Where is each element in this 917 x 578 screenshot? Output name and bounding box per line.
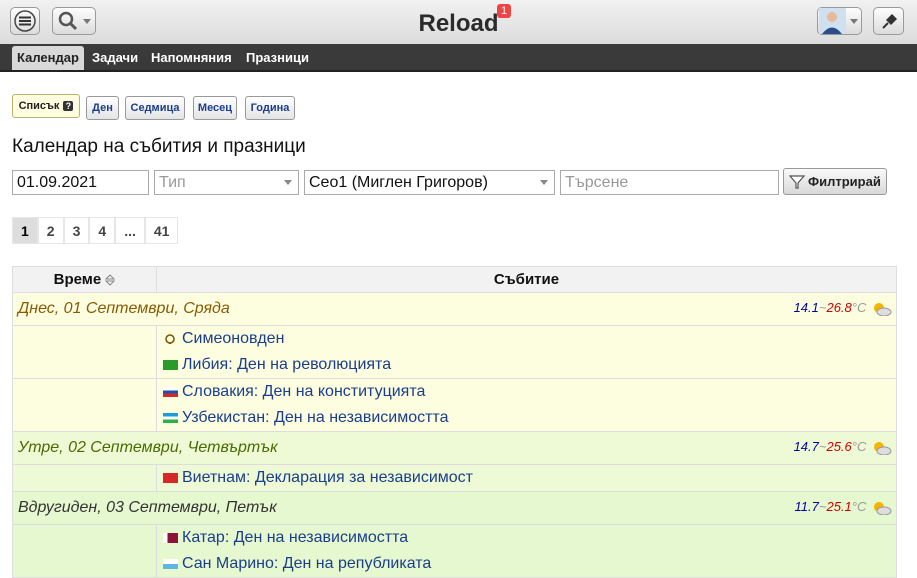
- temp-high: 26.8: [826, 300, 852, 315]
- day-header-today: Днес, 01 Септември, Сряда 14.1~26.8°C: [12, 292, 897, 326]
- page-4[interactable]: 4: [89, 217, 116, 244]
- notification-badge[interactable]: 1: [497, 4, 512, 18]
- weather-forecast: 14.7~25.6°C: [793, 439, 892, 456]
- event-title: Сан Марино: Ден на републиката: [182, 555, 432, 572]
- temp-low: 14.1: [793, 300, 819, 315]
- time-column-header[interactable]: Време: [12, 266, 157, 293]
- day-header-day-after: Вдругиден, 03 Септември, Петък 11.7~25.1…: [12, 491, 897, 525]
- day-label: Утре, 02 Септември, Четвъртък: [18, 439, 278, 456]
- temp-unit: °C: [851, 499, 867, 514]
- flag-san-marino-icon: [163, 559, 178, 569]
- top-bar: Reload 1: [0, 0, 917, 45]
- page-last[interactable]: 41: [144, 217, 179, 244]
- avatar: [819, 8, 858, 34]
- temp-unit: °C: [851, 300, 867, 315]
- funnel-icon: [789, 175, 805, 189]
- event-title: Узбекистан: Ден на независимостта: [182, 409, 449, 426]
- event-item[interactable]: Сан Марино: Ден на републиката: [163, 551, 896, 577]
- search-input[interactable]: Търсене: [560, 170, 779, 195]
- time-cell: [12, 325, 157, 379]
- sort-icon: [105, 274, 116, 286]
- time-cell: [12, 378, 157, 432]
- partly-cloudy-icon: [874, 501, 892, 516]
- month-view-button[interactable]: Месец: [193, 96, 237, 120]
- weather-forecast: 14.1~26.8°C: [793, 300, 892, 317]
- temp-low: 11.7: [794, 499, 819, 514]
- tab-tasks[interactable]: Задачи: [87, 46, 143, 70]
- event-title: Словакия: Ден на конституцията: [182, 383, 426, 400]
- time-header-label: Време: [53, 271, 102, 288]
- event-title: Либия: Ден на революцията: [182, 356, 392, 373]
- day-header-tomorrow: Утре, 02 Септември, Четвъртък 14.7~25.6°…: [12, 431, 897, 465]
- list-view-label: Списък: [18, 100, 60, 112]
- event-title: Виетнам: Декларация за независимост: [182, 469, 473, 486]
- event-title: Катар: Ден на независимостта: [182, 529, 409, 546]
- search-placeholder: Търсене: [565, 174, 629, 191]
- event-item[interactable]: Виетнам: Декларация за независимост: [163, 465, 896, 491]
- chevron-down-icon: [284, 180, 292, 185]
- events-table: Време Събитие Днес, 01 Септември, Сряда …: [12, 266, 897, 578]
- weather-forecast: 11.7~25.1°C: [794, 499, 892, 516]
- temp-high: 25.1: [826, 499, 852, 514]
- page-2[interactable]: 2: [37, 217, 64, 244]
- time-cell: [12, 464, 157, 492]
- tab-holidays[interactable]: Празници: [241, 46, 314, 70]
- event-cell: Симеоновден Либия: Ден на революцията: [156, 325, 897, 379]
- filter-label: Филтрирай: [808, 174, 881, 189]
- type-placeholder: Тип: [159, 174, 186, 191]
- event-item[interactable]: Катар: Ден на независимостта: [163, 525, 896, 551]
- time-cell: [12, 524, 157, 578]
- year-view-button[interactable]: Година: [245, 96, 295, 120]
- date-input[interactable]: 01.09.2021: [12, 170, 149, 195]
- flag-libya-icon: [163, 360, 178, 370]
- list-view-button[interactable]: Списък?: [12, 94, 80, 118]
- help-icon: ?: [63, 101, 74, 112]
- event-title: Симеоновден: [182, 330, 285, 347]
- event-cell: Словакия: Ден на конституцията Узбекиста…: [156, 378, 897, 432]
- pin-button[interactable]: [873, 7, 904, 35]
- event-item[interactable]: Словакия: Ден на конституцията: [163, 379, 896, 405]
- user-menu-button[interactable]: [817, 7, 862, 35]
- partly-cloudy-icon: [874, 302, 892, 317]
- page-1[interactable]: 1: [12, 217, 38, 244]
- week-view-button[interactable]: Седмица: [125, 96, 185, 120]
- temp-unit: °C: [851, 439, 867, 454]
- city-select[interactable]: Сео1 (Миглен Григоров): [304, 170, 555, 195]
- event-cell: Виетнам: Декларация за независимост: [156, 464, 897, 492]
- partly-cloudy-icon: [874, 441, 892, 456]
- event-column-header: Събитие: [156, 266, 897, 293]
- event-item[interactable]: Симеоновден: [163, 326, 896, 352]
- flag-slovakia-icon: [163, 387, 178, 397]
- pin-icon: [882, 14, 897, 29]
- temp-high: 25.6: [826, 439, 852, 454]
- page-ellipsis: ...: [115, 217, 145, 244]
- temp-low: 14.7: [793, 439, 819, 454]
- tab-reminders[interactable]: Напомняния: [146, 46, 237, 70]
- event-item[interactable]: Либия: Ден на революцията: [163, 352, 896, 378]
- pager: 1 2 3 4 ... 41: [12, 217, 179, 244]
- flag-qatar-icon: [163, 533, 178, 543]
- event-cell: Катар: Ден на независимостта Сан Марино:…: [156, 524, 897, 578]
- flag-vietnam-icon: [163, 473, 178, 483]
- day-view-button[interactable]: Ден: [86, 96, 119, 120]
- day-label: Днес, 01 Септември, Сряда: [18, 300, 230, 317]
- app-title: Reload: [418, 10, 499, 37]
- event-item[interactable]: Узбекистан: Ден на независимостта: [163, 405, 896, 431]
- type-select[interactable]: Тип: [154, 170, 299, 195]
- filter-button[interactable]: Филтрирай: [783, 168, 887, 195]
- saint-icon: [165, 334, 175, 344]
- flag-uzbekistan-icon: [163, 413, 178, 423]
- day-label: Вдругиден, 03 Септември, Петък: [18, 499, 277, 516]
- page-3[interactable]: 3: [63, 217, 90, 244]
- page-title: Календар на събития и празници: [12, 136, 306, 157]
- tab-calendar[interactable]: Календар: [12, 46, 84, 70]
- main-tabs: Календар Задачи Напомняния Празници: [0, 44, 917, 72]
- chevron-down-icon: [540, 180, 548, 185]
- city-value: Сео1 (Миглен Григоров): [309, 174, 488, 191]
